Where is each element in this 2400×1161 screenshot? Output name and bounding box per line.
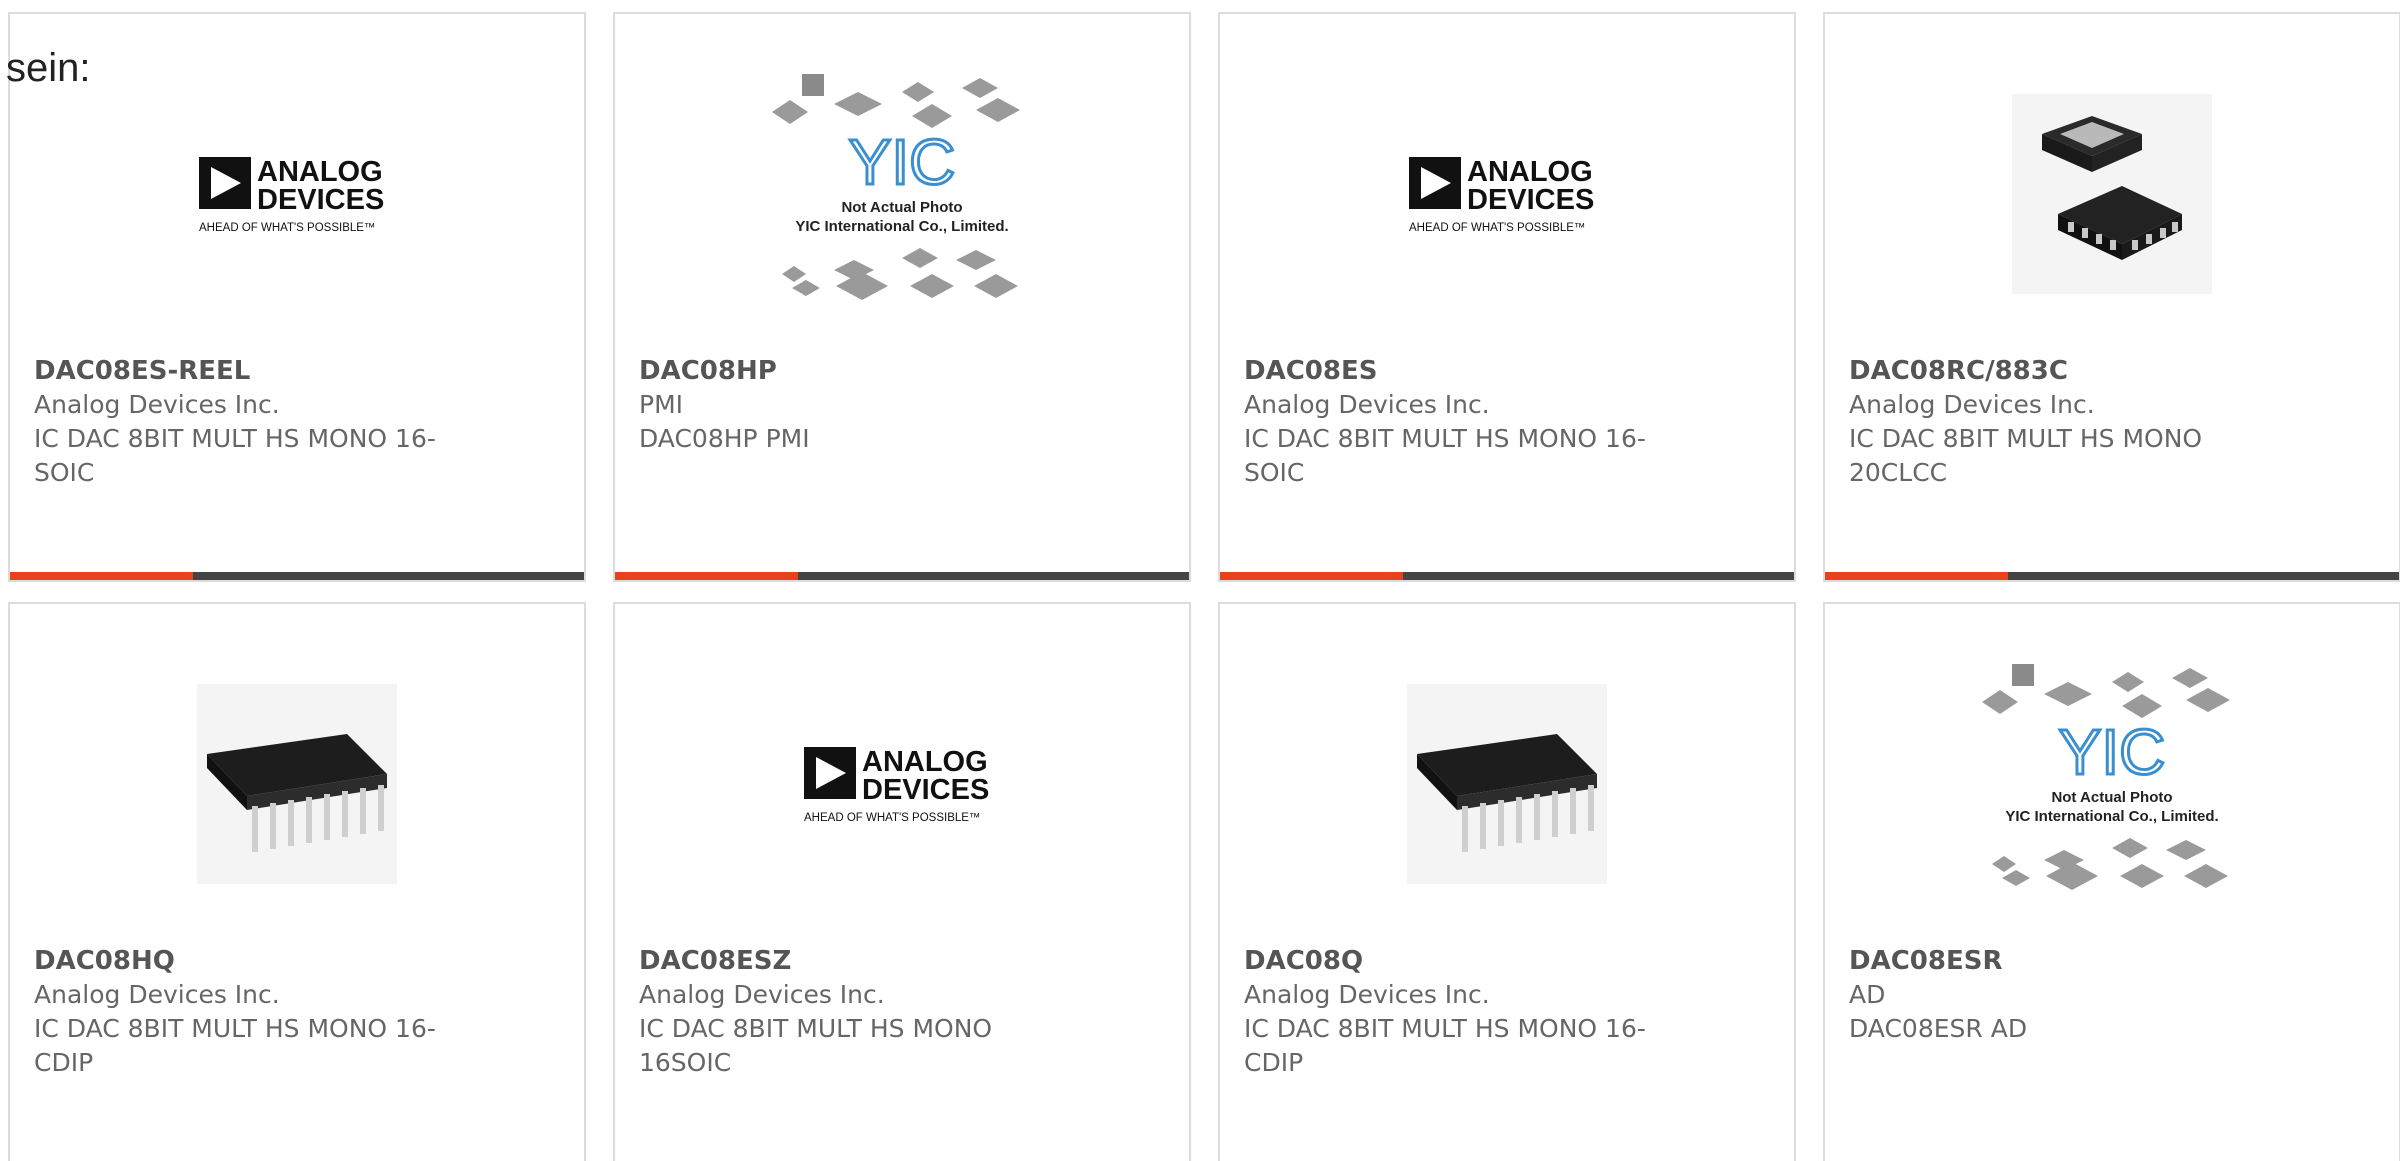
product-part-number[interactable]: DAC08HQ	[34, 944, 464, 978]
product-info: DAC08ESR AD DAC08ESR AD	[1849, 944, 2279, 1046]
product-card[interactable]: DAC08RC/883C Analog Devices Inc. IC DAC 8B…	[1823, 12, 2400, 582]
product-manufacturer: Analog Devices Inc.	[1244, 980, 1490, 1009]
product-part-number[interactable]: DAC08Q	[1244, 944, 1674, 978]
product-part-number[interactable]: DAC08HP	[639, 354, 1069, 388]
product-info: DAC08HP PMI DAC08HP PMI	[639, 354, 1069, 456]
card-accent-bar	[10, 572, 584, 580]
product-info: DAC08Q Analog Devices Inc. IC DAC 8BIT MUL…	[1244, 944, 1674, 1080]
product-manufacturer: AD	[1849, 980, 1886, 1009]
product-manufacturer: Analog Devices Inc.	[34, 980, 280, 1009]
product-manufacturer: Analog Devices Inc.	[34, 390, 280, 419]
svg-text:AHEAD OF WHAT'S POSSIBLE™: AHEAD OF WHAT'S POSSIBLE™	[1409, 222, 1585, 234]
product-part-number[interactable]: DAC08ESZ	[639, 944, 1069, 978]
product-card[interactable]: YIC Not Actual Photo YIC International C…	[1823, 602, 2400, 1161]
dip-chip-image	[197, 684, 397, 884]
chip-icons-top	[772, 74, 1020, 128]
analog-devices-logo: ANALOG DEVICES AHEAD OF WHAT'S POSSIBLE™	[199, 156, 384, 234]
product-info: DAC08RC/883C Analog Devices Inc. IC DAC 8B…	[1849, 354, 2279, 490]
accent-segment	[1220, 572, 1403, 580]
page-prefix-text: sein:	[6, 46, 91, 90]
accent-segment	[615, 572, 798, 580]
dark-segment	[798, 572, 1189, 580]
chip-icons-top	[1982, 664, 2230, 718]
product-part-number[interactable]: DAC08ESR	[1849, 944, 2279, 978]
svg-text:YIC: YIC	[2059, 716, 2166, 788]
product-manufacturer: Analog Devices Inc.	[1244, 390, 1490, 419]
card-accent-bar	[1220, 572, 1794, 580]
svg-text:Not Actual Photo: Not Actual Photo	[2051, 789, 2172, 806]
product-card[interactable]: DAC08HQ Analog Devices Inc. IC DAC 8BIT MU…	[8, 602, 586, 1161]
svg-text:YIC International Co., Limited: YIC International Co., Limited.	[2005, 808, 2218, 825]
product-card[interactable]: ANALOG DEVICES AHEAD OF WHAT'S POSSIBLE™…	[613, 602, 1191, 1161]
product-info: DAC08HQ Analog Devices Inc. IC DAC 8BIT MU…	[34, 944, 464, 1080]
product-part-number[interactable]: DAC08ES-REEL	[34, 354, 464, 388]
accent-segment	[10, 572, 193, 580]
product-description: DAC08ESR AD	[1849, 1014, 2028, 1043]
analog-devices-logo: ANALOG DEVICES AHEAD OF WHAT'S POSSIBLE™	[1409, 156, 1594, 234]
product-description: IC DAC 8BIT MULT HS MONO 16SOIC	[639, 1014, 993, 1077]
svg-text:YIC: YIC	[849, 126, 956, 198]
product-manufacturer: Analog Devices Inc.	[1849, 390, 2095, 419]
svg-text:DEVICES: DEVICES	[862, 774, 989, 806]
product-thumbnail[interactable]: ANALOG DEVICES AHEAD OF WHAT'S POSSIBLE™	[10, 44, 584, 344]
product-description: IC DAC 8BIT MULT HS MONO 20CLCC	[1849, 424, 2203, 487]
dip-chip-image	[1407, 684, 1607, 884]
svg-text:Not Actual Photo: Not Actual Photo	[841, 199, 962, 216]
product-grid: ANALOG DEVICES AHEAD OF WHAT'S POSSIBLE™…	[8, 12, 2400, 1161]
analog-devices-logo: ANALOG DEVICES AHEAD OF WHAT'S POSSIBLE™	[804, 746, 989, 824]
product-thumbnail[interactable]: ANALOG DEVICES AHEAD OF WHAT'S POSSIBLE™	[615, 634, 1189, 934]
product-description: IC DAC 8BIT MULT HS MONO 16-CDIP	[34, 1014, 436, 1077]
product-info: DAC08ES Analog Devices Inc. IC DAC 8BIT MU…	[1244, 354, 1674, 490]
accent-segment	[1825, 572, 2008, 580]
chip-icons-bottom	[782, 248, 1018, 300]
product-description: DAC08HP PMI	[639, 424, 810, 453]
product-card[interactable]: ANALOG DEVICES AHEAD OF WHAT'S POSSIBLE™…	[1218, 12, 1796, 582]
dark-segment	[193, 572, 584, 580]
product-card[interactable]: ANALOG DEVICES AHEAD OF WHAT'S POSSIBLE™…	[8, 12, 586, 582]
not-actual-photo-placeholder: YIC Not Actual Photo YIC International C…	[772, 74, 1020, 300]
product-description: IC DAC 8BIT MULT HS MONO 16-CDIP	[1244, 1014, 1646, 1077]
card-accent-bar	[1825, 572, 2399, 580]
chip-icons-bottom	[1992, 838, 2228, 890]
product-description: IC DAC 8BIT MULT HS MONO 16-SOIC	[34, 424, 436, 487]
product-info: DAC08ESZ Analog Devices Inc. IC DAC 8BIT M…	[639, 944, 1069, 1080]
product-thumbnail[interactable]	[1825, 44, 2399, 344]
product-description: IC DAC 8BIT MULT HS MONO 16-SOIC	[1244, 424, 1646, 487]
product-grid-page: ANALOG DEVICES AHEAD OF WHAT'S POSSIBLE™…	[0, 0, 2400, 1161]
product-part-number[interactable]: DAC08ES	[1244, 354, 1674, 388]
product-card[interactable]: YIC Not Actual Photo YIC International C…	[613, 12, 1191, 582]
svg-text:DEVICES: DEVICES	[257, 184, 384, 216]
product-thumbnail[interactable]: YIC Not Actual Photo YIC International C…	[1825, 634, 2399, 934]
product-info: DAC08ES-REEL Analog Devices Inc. IC DAC 8B…	[34, 354, 464, 490]
svg-text:AHEAD OF WHAT'S POSSIBLE™: AHEAD OF WHAT'S POSSIBLE™	[804, 812, 980, 824]
product-manufacturer: PMI	[639, 390, 684, 419]
product-thumbnail[interactable]	[1220, 634, 1794, 934]
product-card[interactable]: DAC08Q Analog Devices Inc. IC DAC 8BIT MUL…	[1218, 602, 1796, 1161]
product-manufacturer: Analog Devices Inc.	[639, 980, 885, 1009]
svg-text:DEVICES: DEVICES	[1467, 184, 1594, 216]
card-accent-bar	[615, 572, 1189, 580]
product-thumbnail[interactable]: ANALOG DEVICES AHEAD OF WHAT'S POSSIBLE™	[1220, 44, 1794, 344]
svg-text:YIC International Co., Limited: YIC International Co., Limited.	[795, 218, 1008, 235]
product-thumbnail[interactable]	[10, 634, 584, 934]
product-part-number[interactable]: DAC08RC/883C	[1849, 354, 2279, 388]
not-actual-photo-placeholder: YIC Not Actual Photo YIC International C…	[1982, 664, 2230, 890]
svg-text:AHEAD OF WHAT'S POSSIBLE™: AHEAD OF WHAT'S POSSIBLE™	[199, 222, 375, 234]
dark-segment	[2008, 572, 2399, 580]
product-thumbnail[interactable]: YIC Not Actual Photo YIC International C…	[615, 44, 1189, 344]
dark-segment	[1403, 572, 1794, 580]
clcc-chip-image	[2012, 94, 2212, 294]
